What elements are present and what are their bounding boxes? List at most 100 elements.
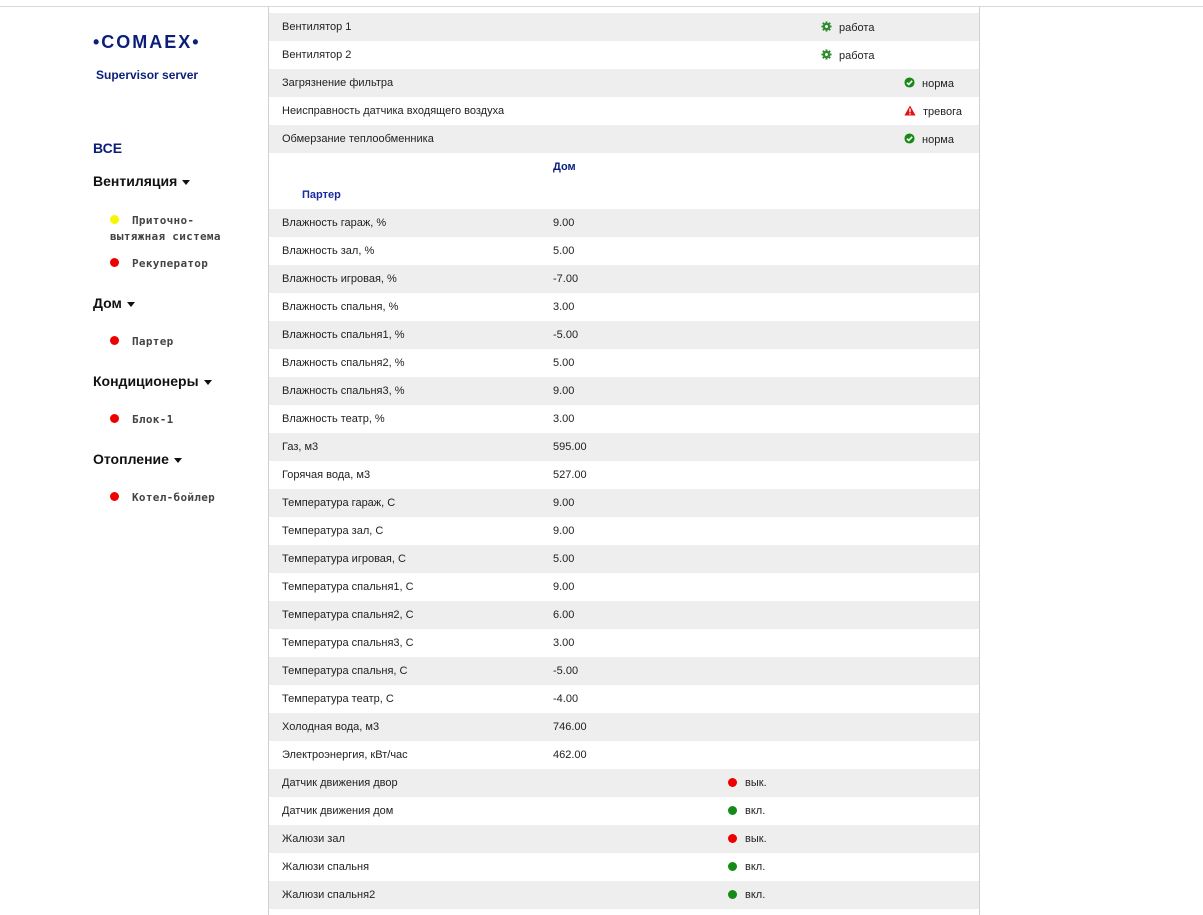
nav-item-boiler[interactable]: Котел-бойлер: [110, 490, 215, 506]
nav-item-block-1[interactable]: Блок-1: [110, 412, 173, 428]
measurement-row: Газ, м3 595.00: [269, 433, 979, 461]
switch-row: Датчик движения двор вык.: [269, 769, 979, 797]
measurement-row: Температура гараж, С 9.00: [269, 489, 979, 517]
measurement-row: Холодная вода, м3 746.00: [269, 713, 979, 741]
nav-item-label: Партер: [132, 335, 174, 348]
section-title: Дом: [553, 161, 576, 173]
switch-toggle[interactable]: вык.: [728, 777, 767, 789]
alarm-status: тревога: [904, 105, 962, 118]
switch-row: Жалюзи зал вык.: [269, 825, 979, 853]
measurement-label: Влажность театр, %: [282, 413, 385, 425]
tagline: Supervisor server: [96, 68, 199, 82]
measurement-label: Влажность спальня1, %: [282, 329, 405, 341]
measurement-value: 9.00: [553, 217, 575, 229]
switch-toggle[interactable]: вкл.: [728, 861, 765, 873]
measurement-label: Температура спальня, С: [282, 665, 408, 677]
nav-group-ventilation[interactable]: Вентиляция: [93, 173, 191, 189]
alarm-status-text: тревога: [923, 106, 962, 118]
measurement-row: Температура спальня2, С 6.00: [269, 601, 979, 629]
status-dot-icon: [110, 258, 119, 267]
alarm-row: Вентилятор 2 работа: [269, 41, 979, 69]
nav-item-label: Приточно-: [132, 214, 195, 227]
measurement-value: 5.00: [553, 245, 575, 257]
alarm-row: Неисправность датчика входящего воздуха …: [269, 97, 979, 125]
switch-state: вык.: [745, 833, 767, 845]
measurement-value: 462.00: [553, 749, 587, 761]
measurement-value: 3.00: [553, 413, 575, 425]
switch-label: Датчик движения двор: [282, 777, 398, 789]
section-header: Дом: [269, 153, 979, 181]
subsection-header: Партер: [269, 181, 979, 209]
measurement-value: 595.00: [553, 441, 587, 453]
measurement-label: Температура театр, С: [282, 693, 394, 705]
measurement-value: 9.00: [553, 525, 575, 537]
gear-icon: [821, 21, 832, 32]
alarm-label: Вентилятор 1: [282, 21, 352, 33]
switch-toggle[interactable]: вкл.: [728, 805, 765, 817]
nav-group-house[interactable]: Дом: [93, 295, 135, 311]
measurement-value: 5.00: [553, 357, 575, 369]
measurement-label: Влажность зал, %: [282, 245, 375, 257]
measurement-row: Температура театр, С -4.00: [269, 685, 979, 713]
measurement-row: Влажность спальня2, % 5.00: [269, 349, 979, 377]
measurement-row: Электроэнергия, кВт/час 462.00: [269, 741, 979, 769]
switch-toggle[interactable]: вкл.: [728, 889, 765, 901]
switch-toggle[interactable]: вык.: [728, 833, 767, 845]
switch-label: Датчик движения дом: [282, 805, 394, 817]
switch-label: Жалюзи спальня: [282, 861, 370, 873]
status-dot-icon: [728, 890, 737, 899]
caret-down-icon: [173, 457, 182, 463]
measurement-label: Влажность игровая, %: [282, 273, 397, 285]
top-border: [0, 0, 1203, 7]
alarm-status-text: норма: [922, 134, 954, 146]
status-dot-icon: [728, 862, 737, 871]
measurement-row: Температура спальня1, С 9.00: [269, 573, 979, 601]
switch-row: Жалюзи спальня вкл.: [269, 853, 979, 881]
measurement-label: Температура игровая, С: [282, 553, 406, 565]
nav-group-label: Отопление: [93, 451, 169, 467]
switch-state: вкл.: [745, 805, 766, 817]
status-dot-icon: [110, 215, 119, 224]
measurement-row: Температура игровая, С 5.00: [269, 545, 979, 573]
measurement-row: Влажность спальня, % 3.00: [269, 293, 979, 321]
measurement-value: 3.00: [553, 301, 575, 313]
measurement-row: Температура зал, С 9.00: [269, 517, 979, 545]
check-circle-icon: [904, 77, 915, 88]
nav-item-label: Блок-1: [132, 413, 174, 426]
alarm-label: Вентилятор 2: [282, 49, 352, 61]
alarm-status-text: работа: [839, 50, 875, 62]
measurement-label: Влажность спальня3, %: [282, 385, 405, 397]
nav-group-label: Дом: [93, 295, 122, 311]
measurement-value: 9.00: [553, 497, 575, 509]
status-dot-icon: [728, 778, 737, 787]
measurement-row: Влажность гараж, % 9.00: [269, 209, 979, 237]
switch-label: Жалюзи зал: [282, 833, 345, 845]
measurement-label: Электроэнергия, кВт/час: [282, 749, 408, 761]
measurement-value: 9.00: [553, 581, 575, 593]
nav-item-supply-exhaust[interactable]: Приточно- вытяжная система: [110, 213, 220, 243]
alarm-status-text: норма: [922, 78, 954, 90]
measurement-label: Влажность спальня, %: [282, 301, 399, 313]
measurement-value: 5.00: [553, 553, 575, 565]
switch-label: Жалюзи спальня2: [282, 889, 376, 901]
measurement-row: Влажность спальня1, % -5.00: [269, 321, 979, 349]
nav-group-heating[interactable]: Отопление: [93, 451, 182, 467]
measurement-value: -5.00: [553, 329, 579, 341]
measurement-label: Температура зал, С: [282, 525, 384, 537]
measurement-row: Влажность театр, % 3.00: [269, 405, 979, 433]
nav-group-conditioners[interactable]: Кондиционеры: [93, 373, 212, 389]
main-panel: Вентилятор 1 работа Вентилятор 2 работа …: [268, 7, 980, 915]
switch-row: Жалюзи спальня2 вкл.: [269, 881, 979, 909]
switch-row: Датчик движения дом вкл.: [269, 797, 979, 825]
sidebar: •COMAEX• Supervisor server ВСЕ Вентиляци…: [0, 7, 268, 915]
alarm-row: Вентилятор 1 работа: [269, 13, 979, 41]
warning-icon: [904, 105, 916, 116]
alarm-label: Обмерзание теплообменника: [282, 133, 434, 145]
nav-item-parter[interactable]: Партер: [110, 334, 173, 350]
alarm-status-text: работа: [839, 22, 875, 34]
alarm-label: Неисправность датчика входящего воздуха: [282, 105, 505, 117]
measurement-row: Влажность игровая, % -7.00: [269, 265, 979, 293]
nav-item-recuperator[interactable]: Рекуператор: [110, 256, 208, 272]
nav-all-link[interactable]: ВСЕ: [93, 140, 122, 156]
status-dot-icon: [110, 414, 119, 423]
